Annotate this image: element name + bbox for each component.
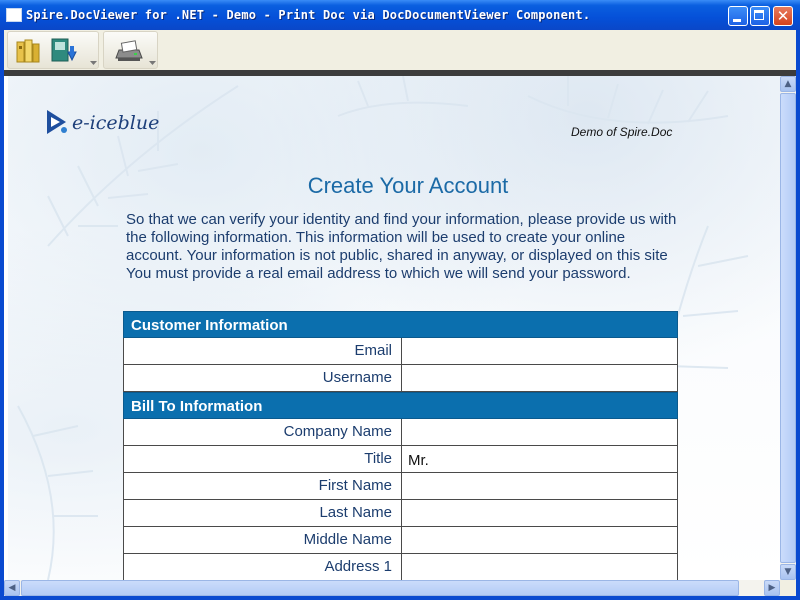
intro-paragraph: So that we can verify your identity and … <box>126 211 677 264</box>
close-button[interactable]: ✕ <box>773 6 793 26</box>
scroll-down-button[interactable]: ▼ <box>780 564 796 580</box>
field-label: Email <box>354 342 392 359</box>
file-toolbar-group <box>7 31 99 69</box>
email-note: You must provide a real email address to… <box>126 265 631 282</box>
page-title: Create Your Account <box>307 173 509 198</box>
minimize-button[interactable] <box>728 6 748 26</box>
table-row: Middle Name <box>123 527 678 554</box>
table-row: Last Name <box>123 500 678 527</box>
dropdown-arrow-icon[interactable] <box>149 61 156 65</box>
maximize-icon <box>754 10 764 20</box>
table-row: Username <box>123 365 678 392</box>
minimize-icon <box>733 19 741 22</box>
toolbar <box>4 30 796 70</box>
logo-text: e-iceblue <box>72 112 160 134</box>
field-label: Username <box>322 369 392 386</box>
app-window: Spire.DocViewer for .NET - Demo - Print … <box>0 0 800 600</box>
document-page: e-iceblue Demo of Spire.Doc Create Your … <box>8 76 780 580</box>
title-field[interactable]: Mr. <box>401 446 678 472</box>
window-border-bottom <box>0 596 800 600</box>
document-viewport[interactable]: e-iceblue Demo of Spire.Doc Create Your … <box>4 76 780 580</box>
section-header-bill-to: Bill To Information <box>123 392 678 419</box>
vertical-scroll-thumb[interactable] <box>780 93 796 563</box>
username-field[interactable] <box>401 365 678 391</box>
dropdown-arrow-icon[interactable] <box>90 61 97 65</box>
table-row: Address 1 <box>123 554 678 580</box>
maximize-button[interactable] <box>750 6 770 26</box>
field-label: Address 1 <box>324 558 392 575</box>
last-name-field[interactable] <box>401 500 678 526</box>
demo-caption: Demo of Spire.Doc <box>571 125 673 139</box>
table-row: Email <box>123 338 678 365</box>
table-row: Company Name <box>123 419 678 446</box>
vertical-scrollbar[interactable]: ▲ ▼ <box>780 76 796 580</box>
print-icon[interactable] <box>114 36 144 66</box>
section-header-customer: Customer Information <box>123 311 678 338</box>
first-name-field[interactable] <box>401 473 678 499</box>
close-icon: ✕ <box>776 7 790 25</box>
field-label: Title <box>364 450 392 467</box>
account-form-table: Customer Information Email Username Bill… <box>123 311 678 580</box>
scroll-right-button[interactable]: ▶ <box>764 580 780 596</box>
field-label: Last Name <box>319 504 392 521</box>
company-name-field[interactable] <box>401 419 678 445</box>
window-icon <box>6 8 22 22</box>
horizontal-scroll-thumb[interactable] <box>21 580 739 596</box>
logo-mark-icon <box>47 110 67 134</box>
field-label: Middle Name <box>303 531 392 548</box>
title-bar[interactable]: Spire.DocViewer for .NET - Demo - Print … <box>0 0 800 30</box>
intro-text: So that we can verify your identity and … <box>126 211 686 283</box>
company-logo: e-iceblue <box>44 108 174 140</box>
field-label: Company Name <box>283 423 392 440</box>
email-field[interactable] <box>401 338 678 364</box>
scroll-left-button[interactable]: ◀ <box>4 580 20 596</box>
window-border-right <box>796 30 800 600</box>
table-row: First Name <box>123 473 678 500</box>
scroll-up-button[interactable]: ▲ <box>780 76 796 92</box>
middle-name-field[interactable] <box>401 527 678 553</box>
save-icon[interactable] <box>48 36 78 66</box>
horizontal-scrollbar[interactable]: ◀ ▶ <box>4 580 780 596</box>
scrollbar-corner <box>780 580 796 596</box>
table-row: Title Mr. <box>123 446 678 473</box>
open-file-icon[interactable] <box>14 36 44 66</box>
address-1-field[interactable] <box>401 554 678 580</box>
print-toolbar-group <box>103 31 158 69</box>
window-title: Spire.DocViewer for .NET - Demo - Print … <box>26 8 591 22</box>
field-label: First Name <box>318 477 392 494</box>
